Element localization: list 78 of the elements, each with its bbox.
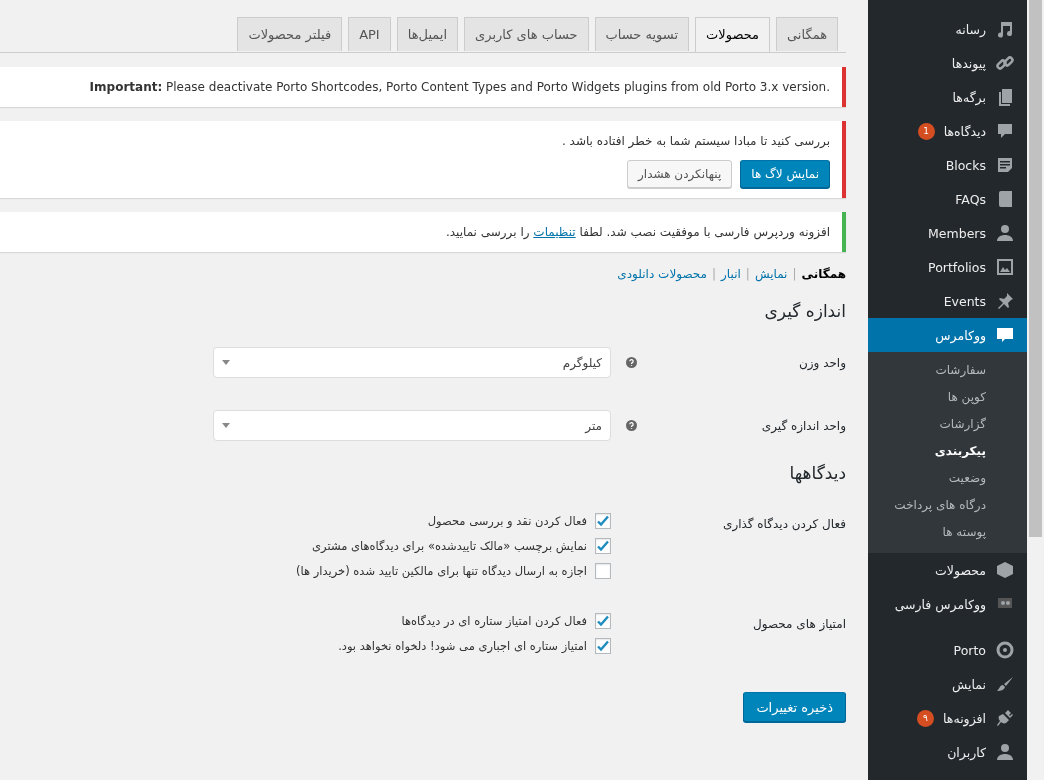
notice-text: افزونه وردپرس فارسی با موفقیت نصب شد. لطفا تنظیمات را بررسی نمایید. <box>444 224 830 241</box>
cube-icon <box>995 560 1015 580</box>
notice-text: بررسی کنید تا مبادا سیستم شما به خطر افتاده باشد . <box>560 133 830 150</box>
menu-item[interactable]: ووکامرس فارسی <box>868 587 1027 621</box>
menu-item[interactable]: Blocks <box>868 148 1027 182</box>
menu-item[interactable]: FAQs <box>868 182 1027 216</box>
menu-item[interactable]: برگه‌ها <box>868 80 1027 114</box>
menu-item[interactable]: کاربران <box>868 735 1027 769</box>
speech-bubble-icon <box>995 325 1015 345</box>
speech-bubble-icon <box>995 121 1015 141</box>
save-button[interactable]: ذخیره تغییرات <box>743 692 846 722</box>
menu-item[interactable]: رسانه <box>868 12 1027 46</box>
checkbox[interactable] <box>595 513 611 529</box>
settings-tab[interactable]: تسویه حساب <box>594 17 690 51</box>
select-field[interactable]: متر <box>213 410 611 441</box>
section-heading: دیدگاهها <box>788 463 846 483</box>
ring-icon <box>995 640 1015 660</box>
menu-item[interactable]: پیوندها <box>868 46 1027 80</box>
menu-item[interactable]: Events <box>868 284 1027 318</box>
paintbrush-icon <box>995 674 1015 694</box>
settings-tab[interactable]: ایمیل‌ها <box>396 17 459 51</box>
help-icon[interactable] <box>626 357 637 368</box>
submenu-item[interactable]: پیکربندی <box>868 438 1027 465</box>
checkbox[interactable] <box>595 538 611 554</box>
plug-icon <box>995 708 1015 728</box>
settings-tab[interactable]: محصولات <box>695 17 771 52</box>
submenu-item[interactable]: سفارشات <box>868 357 1027 384</box>
settings-tab[interactable]: فیلتر محصولات <box>237 17 343 51</box>
select-field[interactable]: کیلوگرم <box>213 347 611 378</box>
checkbox[interactable] <box>595 563 611 579</box>
submenu-item[interactable]: وضعیت <box>868 465 1027 492</box>
settings-tab[interactable]: همگانی <box>776 17 838 51</box>
note-icon <box>995 155 1015 175</box>
checkbox-label: اجازه به ارسال دیدگاه تنها برای مالکین تایید شده (خریدار ها) <box>296 564 587 578</box>
checkbox[interactable] <box>595 638 611 654</box>
subsection-link[interactable]: محصولات دانلودی <box>617 267 708 281</box>
settings-link[interactable]: تنظیمات <box>533 225 576 239</box>
menu-item[interactable]: Members <box>868 216 1027 250</box>
checkbox-label: امتیاز ستاره ای اجباری می شود! دلخواه نخواهد بود. <box>338 639 587 653</box>
checkbox-label: نمایش برچسب «مالک تاییدشده» برای دیدگاه‌های مشتری <box>312 539 587 553</box>
notice-text: Important: Please deactivate Porto Shortcodes, Porto Content Types and Porto Widgets plugins from old Porto 3.x version. <box>88 79 830 96</box>
caret-icon <box>222 423 230 428</box>
count-badge: ۹ <box>917 709 935 727</box>
separator-text: | <box>792 267 797 281</box>
subsection-link[interactable]: همگانی <box>801 267 846 281</box>
field-label: امتیاز های محصول <box>753 617 846 631</box>
settings-tab[interactable]: حساب های کاربری <box>464 17 589 51</box>
help-icon[interactable] <box>626 420 637 431</box>
checkbox-label: فعال کردن امتیاز ستاره ای در دیدگاه‌ها <box>401 614 587 628</box>
count-badge: 1 <box>917 122 935 140</box>
separator-text: | <box>745 267 750 281</box>
field-label: واحد وزن <box>798 355 846 370</box>
separator-text: | <box>712 267 717 281</box>
submenu-item[interactable]: پوسته ها <box>868 519 1027 546</box>
subsection-link[interactable]: نمایش <box>754 267 788 281</box>
checkbox-label: فعال کردن نقد و بررسی محصول <box>427 514 587 528</box>
section-heading: اندازه گیری <box>763 301 846 321</box>
menu-item[interactable]: افزونه‌ها ۹ <box>868 701 1027 735</box>
link-icon <box>995 53 1015 73</box>
music-note-icon <box>995 19 1015 39</box>
image-icon <box>995 257 1015 277</box>
subsection-link[interactable]: انبار <box>721 267 741 281</box>
dismiss-button[interactable]: پنهانکردن هشدار <box>627 160 733 188</box>
field-label: واحد اندازه گیری <box>761 418 846 433</box>
submenu-item[interactable]: درگاه های پرداخت <box>868 492 1027 519</box>
show-logs-button[interactable]: نمایش لاگ ها <box>740 160 830 188</box>
menu-item[interactable]: محصولات <box>868 553 1027 587</box>
settings-tab[interactable]: API <box>348 17 391 51</box>
submenu-item[interactable]: کوپن ها <box>868 384 1027 411</box>
menu-item[interactable]: نمایش <box>868 667 1027 701</box>
field-label: فعال کردن دیدگاه گذاری <box>723 517 846 531</box>
menu-item[interactable]: Porto <box>868 633 1027 667</box>
menu-item[interactable]: Portfolios <box>868 250 1027 284</box>
submenu-item[interactable]: گزارشات <box>868 411 1027 438</box>
checkbox[interactable] <box>595 613 611 629</box>
caret-icon <box>222 360 230 365</box>
person-icon <box>995 223 1015 243</box>
person-icon <box>995 742 1015 762</box>
